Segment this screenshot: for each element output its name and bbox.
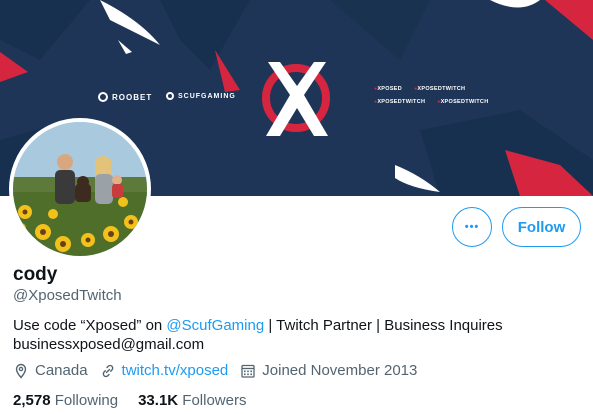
following-count: 2,578	[13, 392, 51, 409]
social-handle: XPOSEDTWITCH	[374, 99, 425, 105]
social-handle: XPOSED	[374, 86, 402, 92]
bio-email: businessxposed@gmail.com	[13, 336, 205, 353]
roobet-logo-icon	[98, 92, 108, 102]
follow-counts: 2,578 Following 33.1K Followers	[13, 392, 266, 409]
joined-date: Joined November 2013	[240, 362, 417, 379]
bio-mention-link[interactable]: @ScufGaming	[166, 317, 264, 334]
user-handle: @XposedTwitch	[13, 287, 122, 304]
follow-button[interactable]: Follow	[502, 207, 581, 247]
more-options-button[interactable]: •••	[452, 207, 492, 247]
location: Canada	[13, 362, 88, 379]
sponsor-roobet: ROOBET	[98, 92, 152, 102]
profile-meta: Canada twitch.tv/xposed Joined November …	[13, 362, 429, 379]
social-handle: XPOSEDTWITCH	[437, 99, 489, 105]
banner-socials-row-2: XPOSEDTWITCH XPOSEDTWITCH	[374, 99, 488, 105]
social-handle: XPOSEDTWITCH	[414, 86, 465, 92]
profile-bio: Use code “Xposed” on @ScufGaming | Twitc…	[13, 316, 573, 354]
sponsor-roobet-label: ROOBET	[112, 92, 153, 102]
followers-label: Followers	[182, 392, 247, 409]
scuf-logo-icon	[166, 92, 174, 100]
sponsor-scuf: SCUFGAMING	[166, 92, 236, 100]
bio-text: Use code “Xposed” on	[13, 317, 167, 334]
followers-link[interactable]: 33.1K Followers	[138, 392, 246, 409]
website-link[interactable]: twitch.tv/xposed	[122, 362, 229, 379]
banner-socials-row-1: XPOSED XPOSEDTWITCH	[374, 86, 465, 92]
following-label: Following	[54, 392, 119, 409]
more-horizontal-icon: •••	[464, 220, 480, 233]
calendar-icon	[241, 364, 255, 378]
sponsor-scuf-label: SCUFGAMING	[178, 92, 236, 100]
location-label: Canada	[35, 362, 88, 379]
link-icon	[102, 364, 113, 377]
following-link[interactable]: 2,578 Following	[13, 392, 118, 409]
display-name: cody	[13, 264, 58, 285]
avatar-photo	[13, 122, 147, 256]
bio-text: | Twitch Partner | Business Inquires	[264, 317, 503, 334]
followers-count: 33.1K	[138, 392, 179, 409]
website: twitch.tv/xposed	[100, 362, 229, 379]
avatar[interactable]	[9, 118, 151, 260]
location-pin-icon	[15, 363, 27, 379]
joined-label: Joined November 2013	[262, 362, 418, 379]
